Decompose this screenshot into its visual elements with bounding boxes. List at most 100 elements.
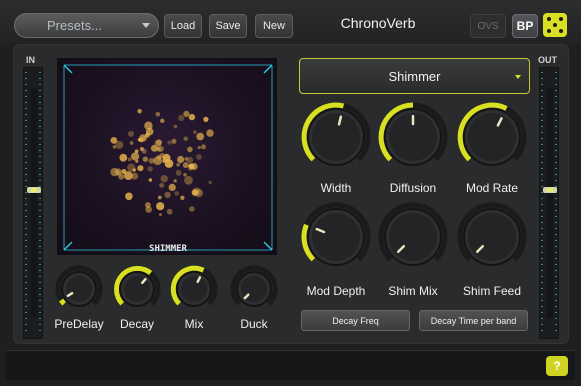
particle	[131, 152, 140, 161]
particle	[137, 165, 144, 172]
particle	[176, 162, 181, 167]
particle	[137, 109, 142, 114]
shim-mix-knob[interactable]	[377, 201, 449, 278]
visualizer-label: SHIMMER	[149, 244, 187, 254]
particle	[147, 166, 153, 172]
particle	[162, 153, 171, 162]
save-button[interactable]: Save	[209, 14, 247, 38]
mod-rate-label: Mod Rate	[465, 181, 519, 195]
particle	[145, 202, 151, 208]
particle	[148, 157, 155, 164]
width-knob[interactable]	[300, 101, 372, 178]
particle	[171, 138, 177, 144]
shim-mix-label: Shim Mix	[388, 284, 438, 298]
out-meter[interactable]	[539, 67, 559, 339]
diffusion-knob[interactable]	[377, 101, 449, 178]
particle	[127, 163, 136, 172]
particle	[160, 175, 168, 183]
chevron-down-icon	[515, 75, 521, 79]
particle	[208, 180, 212, 185]
particle	[112, 145, 117, 149]
particle	[164, 191, 171, 199]
particle	[119, 153, 128, 162]
particle	[156, 202, 165, 211]
particle	[201, 144, 206, 150]
particle	[150, 144, 158, 152]
particle	[177, 155, 185, 164]
particle	[196, 132, 205, 141]
particle	[183, 110, 190, 117]
particle	[174, 191, 180, 196]
particle	[206, 129, 214, 137]
particle	[173, 124, 178, 129]
particle	[196, 154, 202, 160]
particle	[157, 195, 162, 200]
app-title: ChronoVerb	[340, 15, 416, 31]
presets-label: Presets...	[47, 18, 102, 33]
particle	[148, 178, 153, 182]
bp-button[interactable]: BP	[512, 14, 538, 38]
particle	[128, 130, 134, 137]
particle	[168, 183, 176, 191]
particle	[110, 137, 118, 144]
particle	[116, 170, 122, 177]
decay-freq-button[interactable]: Decay Freq	[301, 310, 410, 331]
algorithm-selected: Shimmer	[388, 68, 441, 84]
particle	[183, 136, 188, 141]
particle	[189, 206, 195, 212]
chevron-down-icon	[142, 23, 150, 28]
particle	[124, 171, 133, 180]
in-gain-handle[interactable]	[27, 186, 41, 193]
particle	[159, 182, 165, 188]
particle	[183, 173, 187, 177]
particle	[187, 146, 193, 153]
particle	[182, 162, 189, 169]
particle	[137, 137, 142, 142]
in-meter[interactable]	[23, 67, 43, 339]
out-gain-handle[interactable]	[543, 186, 557, 193]
particle	[193, 130, 197, 134]
out-meter-label: OUT	[538, 55, 557, 65]
decay-knob[interactable]	[112, 264, 162, 319]
particle	[180, 195, 185, 200]
particle	[175, 169, 182, 176]
algorithm-dropdown[interactable]: Shimmer	[299, 58, 530, 94]
mod-depth-knob[interactable]	[300, 201, 372, 278]
predelay-knob[interactable]	[54, 264, 104, 319]
particle	[141, 148, 147, 154]
decay-time-per-band-button[interactable]: Decay Time per band	[419, 310, 528, 331]
particle	[178, 114, 185, 121]
presets-dropdown[interactable]: Presets...	[14, 13, 159, 38]
particle	[173, 179, 177, 183]
particle	[188, 163, 194, 169]
diffusion-label: Diffusion	[389, 181, 437, 195]
particle	[145, 132, 150, 138]
new-button[interactable]: New	[255, 14, 293, 38]
particle	[129, 141, 134, 145]
particle	[167, 140, 172, 145]
particle	[166, 208, 173, 215]
particle	[203, 116, 209, 122]
reverb-visualizer[interactable]: SHIMMER	[57, 58, 277, 255]
particle	[155, 111, 161, 117]
mod-rate-knob[interactable]	[456, 101, 528, 178]
particle	[159, 213, 162, 217]
dice-icon[interactable]	[543, 13, 567, 37]
help-button[interactable]: ?	[546, 356, 568, 376]
particle	[153, 156, 163, 165]
shim-feed-knob[interactable]	[456, 201, 528, 278]
duck-label: Duck	[240, 317, 268, 331]
particle	[191, 189, 199, 196]
duck-knob[interactable]	[229, 264, 279, 319]
particle	[188, 113, 196, 121]
particle	[197, 145, 201, 150]
load-button[interactable]: Load	[164, 14, 202, 38]
mix-knob[interactable]	[169, 264, 219, 319]
particle	[184, 175, 193, 185]
particle	[184, 157, 189, 161]
ovs-button[interactable]: OVS	[470, 14, 506, 38]
in-meter-label: IN	[26, 55, 35, 65]
particle	[142, 156, 149, 162]
status-bar	[6, 350, 575, 380]
particle	[127, 157, 132, 162]
